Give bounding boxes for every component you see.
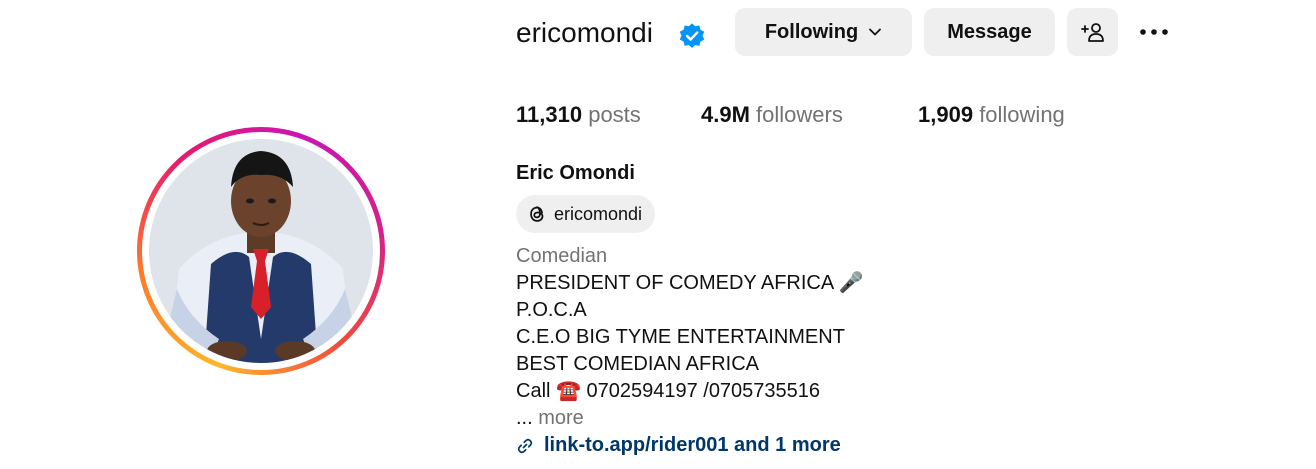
verified-badge-icon xyxy=(679,23,705,48)
profile-category: Comedian xyxy=(516,245,608,267)
followers-count: 4.9M xyxy=(701,102,750,127)
followers-label: followers xyxy=(756,102,843,127)
link-text[interactable]: link-to.app/rider001 and 1 more xyxy=(544,432,841,459)
more-ellipsis: ... xyxy=(516,407,533,429)
following-count: 1,909 xyxy=(918,102,974,127)
add-user-icon xyxy=(1080,23,1104,42)
profile-external-link[interactable]: link-to.app/rider001 and 1 more xyxy=(516,432,841,459)
suggest-similar-button[interactable] xyxy=(1067,8,1118,56)
posts-label: posts xyxy=(588,102,641,127)
threads-handle: ericomondi xyxy=(554,203,643,224)
posts-count: 11,310 xyxy=(516,102,583,127)
following-button[interactable]: Following xyxy=(735,8,912,56)
following-label: following xyxy=(979,102,1065,127)
profile-full-name: Eric Omondi xyxy=(516,162,635,184)
following-button-label: Following xyxy=(764,20,859,43)
profile-bio: PRESIDENT OF COMEDY AFRICA 🎤 P.O.C.A C.E… xyxy=(516,270,864,405)
stat-followers[interactable]: 4.9M followers xyxy=(701,98,843,132)
message-button[interactable]: Message xyxy=(924,8,1055,56)
bio-more-toggle[interactable]: ... more xyxy=(516,405,584,432)
avatar-photo xyxy=(149,139,373,363)
bio-line: Call ☎️ 0702594197 /0705735516 xyxy=(516,380,821,402)
profile-username: ericomondi xyxy=(516,17,653,48)
threads-badge[interactable]: ericomondi xyxy=(516,195,655,233)
more-options-icon[interactable] xyxy=(1138,20,1170,44)
profile-avatar[interactable] xyxy=(149,139,373,363)
link-icon xyxy=(517,438,533,453)
bio-line: BEST COMEDIAN AFRICA xyxy=(516,353,760,375)
profile-avatar-ring[interactable] xyxy=(137,127,385,375)
bio-line: P.O.C.A xyxy=(516,299,587,321)
chevron-down-icon xyxy=(869,28,882,36)
bio-line: PRESIDENT OF COMEDY AFRICA 🎤 xyxy=(516,272,864,294)
stat-posts: 11,310 posts xyxy=(516,98,641,132)
message-button-label: Message xyxy=(947,20,1032,43)
bio-line: C.E.O BIG TYME ENTERTAINMENT xyxy=(516,326,845,348)
stat-following[interactable]: 1,909 following xyxy=(918,98,1065,132)
more-link[interactable]: more xyxy=(538,407,584,429)
threads-icon xyxy=(530,206,544,222)
